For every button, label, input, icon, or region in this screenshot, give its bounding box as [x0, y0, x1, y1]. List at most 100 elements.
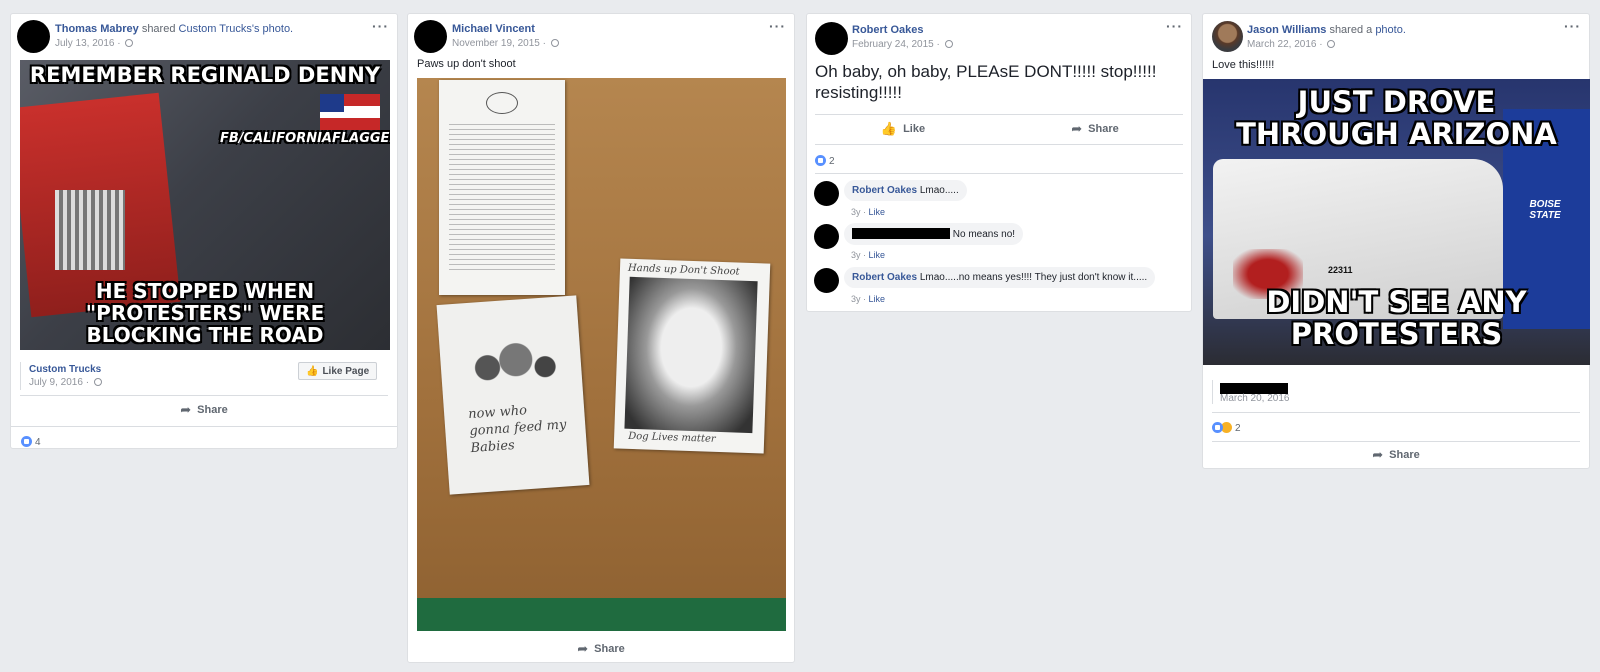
like-reaction-icon — [21, 436, 32, 447]
avatar[interactable] — [1212, 21, 1243, 52]
share-icon: ➦ — [1372, 447, 1384, 462]
author-link[interactable]: Thomas Mabrey — [55, 23, 139, 35]
globe-icon — [1327, 40, 1336, 48]
shared-date[interactable]: March 20, 2016 — [1220, 393, 1290, 404]
comment-like-link[interactable]: Like — [869, 250, 886, 260]
meme-top-text: JUST DROVE THROUGH ARIZONA — [1236, 85, 1557, 151]
note-bottom-text: Dog Lives matter — [627, 430, 716, 445]
comment-like-link[interactable]: Like — [869, 207, 886, 217]
post-photo[interactable]: REMEMBER REGINALD DENNY FB/CALIFORNIAFLA… — [20, 60, 390, 350]
meme-top-text: REMEMBER REGINALD DENNY — [29, 63, 381, 87]
author-link[interactable]: Michael Vincent — [452, 23, 535, 35]
reaction-count: 2 — [829, 156, 835, 167]
comment-text: Lmao.....no means yes!!!! They just don'… — [919, 272, 1148, 283]
like-reaction-icon — [815, 155, 826, 166]
share-label: Share — [1088, 123, 1119, 135]
share-label: Share — [197, 404, 228, 416]
comment-bubble: Robert Oakes Lmao.....no means yes!!!! T… — [844, 267, 1156, 288]
post-photo[interactable]: now who gonna feed my Babies Hands up Do… — [417, 78, 786, 631]
comment-time[interactable]: 3y — [851, 294, 861, 304]
reaction-count: 2 — [1235, 423, 1241, 434]
flag-icon — [320, 94, 380, 130]
comment-meta: 3y · Like — [851, 294, 886, 304]
comment-time[interactable]: 3y — [851, 207, 861, 217]
post-text: Paws up don't shoot — [417, 58, 516, 70]
post-card-2: Michael Vincent November 19, 2015 · ··· … — [407, 13, 795, 663]
shared-photo-link[interactable]: photo. — [1375, 24, 1406, 36]
share-button[interactable]: ➦ Share — [999, 117, 1191, 141]
post-author-line: Michael Vincent — [452, 23, 535, 35]
dogs-drawing — [450, 326, 570, 395]
globe-icon — [944, 40, 953, 48]
thumbs-up-icon: 👍 — [306, 365, 319, 377]
post-meta: February 24, 2015 · — [852, 39, 953, 50]
shared-page-link[interactable]: Custom Trucks — [179, 23, 252, 35]
post-text: Love this!!!!!! — [1212, 59, 1275, 71]
divider — [815, 144, 1183, 145]
post-date[interactable]: March 22, 2016 · — [1247, 39, 1323, 50]
reactions-summary[interactable]: 2 — [1212, 420, 1241, 434]
more-options-icon[interactable]: ··· — [1564, 18, 1581, 34]
comment-author[interactable]: Robert Oakes — [852, 185, 917, 196]
page-name-link[interactable]: Custom Trucks — [29, 364, 101, 375]
avatar[interactable] — [414, 20, 447, 53]
share-button[interactable]: ➦ Share — [1203, 445, 1589, 465]
shared-photo-link[interactable]: 's photo. — [252, 23, 293, 35]
like-page-button[interactable]: 👍 Like Page — [298, 362, 378, 380]
page-date-text: July 9, 2016 · — [29, 377, 90, 388]
page-date: July 9, 2016 · — [29, 377, 102, 388]
comment-like-link[interactable]: Like — [869, 294, 886, 304]
post-author-line: Jason Williams shared a photo. — [1247, 24, 1406, 36]
post-text: Oh baby, oh baby, PLEAsE DONT!!!!! stop!… — [815, 62, 1157, 103]
truck-grille — [55, 190, 125, 270]
reactions-summary[interactable]: 4 — [21, 434, 41, 448]
meme-bottom-text: DIDN'T SEE ANY PROTESTERS — [1266, 285, 1527, 351]
redacted-name — [852, 228, 950, 239]
divider — [11, 426, 397, 427]
note-dogs-text: now who gonna feed my Babies — [467, 403, 567, 456]
thumbs-up-icon: 👍 — [880, 121, 898, 136]
post-card-3: Robert Oakes February 24, 2015 · ··· Oh … — [806, 13, 1192, 312]
avatar[interactable] — [17, 20, 50, 53]
post-action: shared — [141, 23, 176, 35]
post-date[interactable]: July 13, 2016 · — [55, 38, 121, 49]
divider — [1212, 412, 1580, 413]
more-options-icon[interactable]: ··· — [372, 18, 389, 34]
comment-meta: 3y · Like — [851, 250, 886, 260]
avatar[interactable] — [815, 22, 848, 55]
post-photo[interactable]: BOISE STATE 22311 JUST DROVE THROUGH ARI… — [1203, 79, 1590, 365]
divider — [815, 173, 1183, 174]
comment-text: Lmao..... — [919, 185, 959, 196]
comment-avatar[interactable] — [814, 224, 839, 249]
share-label: Share — [1389, 449, 1420, 461]
comment-time[interactable]: 3y — [851, 250, 861, 260]
post-card-4: Jason Williams shared a photo. March 22,… — [1202, 13, 1590, 469]
globe-icon — [125, 39, 134, 47]
attribution-bar — [20, 362, 21, 390]
share-button[interactable]: ➦ Share — [11, 400, 397, 420]
more-options-icon[interactable]: ··· — [769, 18, 786, 34]
author-link[interactable]: Jason Williams — [1247, 24, 1326, 36]
comment-author[interactable]: Robert Oakes — [852, 272, 917, 283]
letter-paper — [439, 80, 565, 295]
meme-bottom-text: HE STOPPED WHEN "PROTESTERS" WERE BLOCKI… — [85, 279, 325, 347]
comment-avatar[interactable] — [814, 268, 839, 293]
divider — [1212, 441, 1580, 442]
note-dogs: now who gonna feed my Babies — [436, 295, 590, 495]
trailer-text: BOISE STATE — [1529, 199, 1561, 221]
reactions-summary[interactable]: 2 — [815, 153, 835, 167]
author-link[interactable]: Robert Oakes — [852, 24, 924, 36]
comment-bubble: Robert Oakes Lmao..... — [844, 180, 967, 201]
post-date[interactable]: November 19, 2015 · — [452, 38, 546, 49]
like-button[interactable]: 👍 Like — [807, 117, 999, 141]
note-dog-photo: Hands up Don't Shoot Dog Lives matter — [613, 258, 771, 454]
post-date[interactable]: February 24, 2015 · — [852, 39, 940, 50]
seal-icon — [486, 92, 518, 114]
comment-avatar[interactable] — [814, 181, 839, 206]
comment-text: No means no! — [952, 229, 1016, 240]
more-options-icon[interactable]: ··· — [1166, 18, 1183, 34]
globe-icon — [550, 39, 559, 47]
post-header: Robert Oakes February 24, 2015 · ··· — [807, 14, 1191, 58]
attribution-bar — [1212, 380, 1213, 404]
share-button[interactable]: ➦ Share — [408, 639, 794, 659]
